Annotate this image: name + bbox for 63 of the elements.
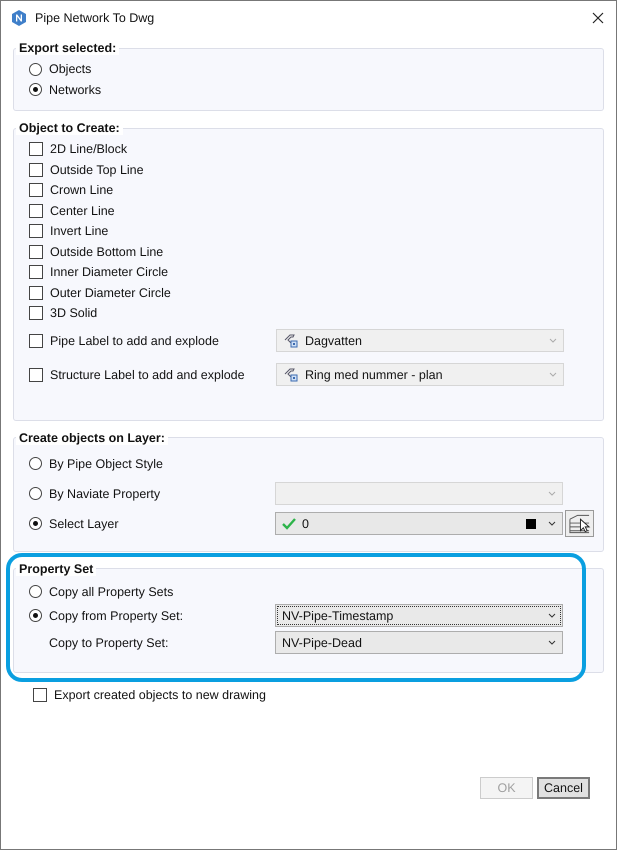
- group-title: Export selected:: [16, 41, 120, 55]
- property-set-dropdown[interactable]: NV-Pipe-Dead: [275, 631, 563, 654]
- radio-button[interactable]: [29, 585, 42, 598]
- checkbox-label: Center Line: [50, 204, 115, 218]
- layer-picker-button[interactable]: [565, 510, 594, 537]
- caret-icon: [549, 372, 557, 377]
- field-label: Copy to Property Set:: [49, 636, 170, 650]
- group-title: Object to Create:: [16, 121, 123, 135]
- window-title: Pipe Network To Dwg: [35, 11, 156, 25]
- option-label: Copy from Property Set:: [49, 608, 184, 622]
- layer-dropdown[interactable]: 0: [275, 512, 563, 535]
- caret-icon: [548, 640, 556, 645]
- label-style-icon: [283, 366, 299, 382]
- checkbox-label: Outside Bottom Line: [50, 244, 164, 259]
- checkbox-label: Crown Line: [50, 183, 114, 198]
- layer-color-swatch: [526, 518, 536, 528]
- radio-button[interactable]: [29, 457, 42, 470]
- dropdown-value: Ring med nummer - plan: [305, 368, 443, 382]
- option-label: Copy all Property Sets: [49, 584, 174, 598]
- dropdown-value: 0: [302, 516, 309, 530]
- checkbox-label: 2D Line/Block: [50, 142, 128, 156]
- radio-button[interactable]: [29, 83, 42, 96]
- option-label: Objects: [49, 62, 92, 76]
- checkbox-label: Export created objects to new drawing: [54, 688, 266, 702]
- radio-button[interactable]: [29, 62, 42, 76]
- checkbox[interactable]: [29, 286, 43, 300]
- checkbox[interactable]: [29, 224, 43, 238]
- checkbox[interactable]: [29, 306, 43, 320]
- option-label: Select Layer: [49, 516, 120, 530]
- label-style-icon: [283, 332, 299, 348]
- caret-icon: [548, 613, 556, 618]
- checkbox-label: Pipe Label to add and explode: [50, 334, 220, 348]
- checkbox-label: Outside Top Line: [50, 162, 144, 177]
- checkbox-label: 3D Solid: [50, 306, 98, 320]
- group-title: Property Set: [16, 562, 96, 576]
- checkbox[interactable]: [29, 183, 43, 198]
- check-icon: [282, 518, 296, 530]
- checkbox-label: Inner Diameter Circle: [50, 265, 168, 280]
- option-label: Networks: [49, 82, 102, 97]
- dropdown-value: NV-Pipe-Timestamp: [282, 608, 394, 622]
- caret-icon: [548, 491, 556, 496]
- cancel-button[interactable]: Cancel: [537, 776, 590, 798]
- app-logo-icon: [11, 10, 27, 26]
- checkbox[interactable]: [29, 162, 43, 177]
- caret-icon: [549, 338, 557, 343]
- dropdown-value: NV-Pipe-Dead: [282, 636, 362, 650]
- close-icon[interactable]: [592, 12, 604, 24]
- checkbox[interactable]: [29, 265, 43, 280]
- dropdown-value: Dagvatten: [305, 334, 362, 348]
- checkbox[interactable]: [29, 244, 43, 259]
- group-title: Create objects on Layer:: [16, 430, 168, 444]
- checkbox[interactable]: [29, 142, 43, 156]
- radio-button[interactable]: [29, 517, 42, 530]
- caret-icon: [548, 521, 556, 526]
- checkbox-label: Invert Line: [50, 224, 108, 238]
- checkbox[interactable]: [29, 204, 43, 218]
- checkbox[interactable]: [33, 688, 47, 702]
- option-label: By Naviate Property: [49, 486, 162, 500]
- checkbox-label: Structure Label to add and explode: [50, 368, 246, 382]
- option-label: By Pipe Object Style: [49, 456, 164, 470]
- radio-button[interactable]: [29, 609, 42, 622]
- property-set-dropdown[interactable]: NV-Pipe-Timestamp: [275, 604, 563, 627]
- checkbox-label: Outer Diameter Circle: [50, 286, 171, 300]
